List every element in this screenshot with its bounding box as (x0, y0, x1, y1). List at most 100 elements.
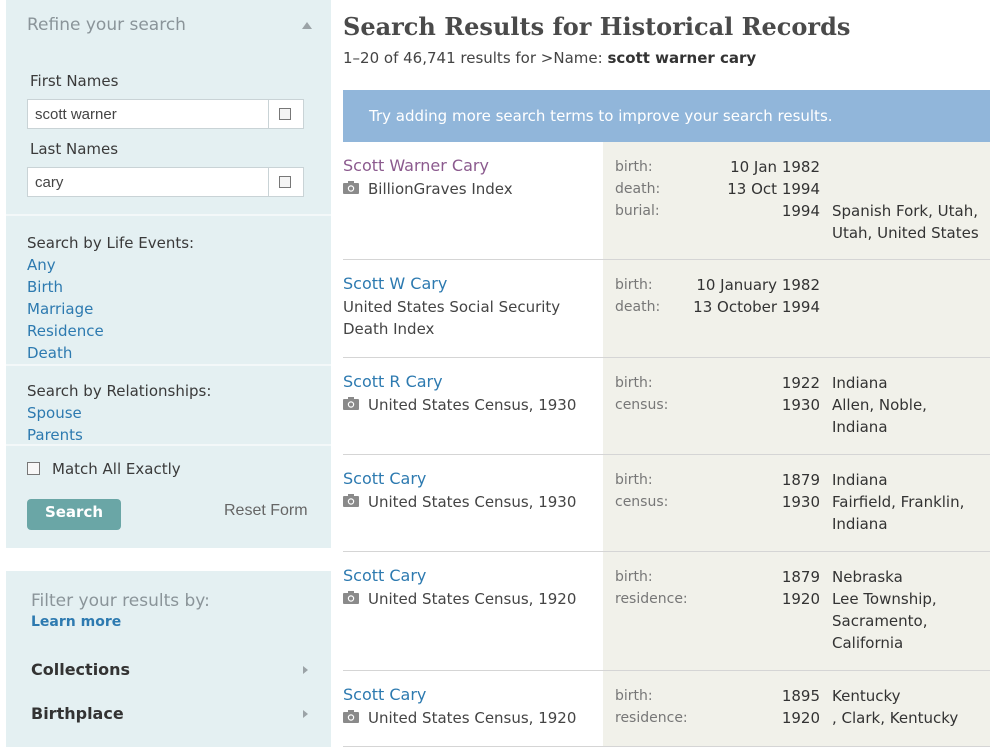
result-name-link[interactable]: Scott Cary (343, 469, 426, 488)
event-place: Indiana (832, 471, 888, 489)
search-button[interactable]: Search (27, 499, 121, 530)
result-row: Scott R Cary United States Census, 1930 bi… (343, 358, 990, 455)
event-date: 1994 (781, 202, 820, 220)
event-label: birth: (615, 688, 653, 704)
event-label: census: (615, 494, 669, 510)
event-date: 1930 (781, 493, 820, 511)
result-event: birth: 10 Jan 1982 (615, 156, 990, 178)
event-place: Spanish Fork, Utah, Utah, United States (832, 202, 979, 242)
last-names-input[interactable] (28, 168, 269, 196)
results-summary-query: scott warner cary (607, 49, 757, 67)
result-event: residence: 1920 Lee Township, Sacramento, … (615, 588, 990, 652)
life-event-birth-link[interactable]: Birth (27, 278, 63, 296)
life-event-marriage-link[interactable]: Marriage (27, 300, 93, 318)
sidebar: Refine your search First Names Last Name… (6, 0, 331, 747)
event-label: census: (615, 397, 669, 413)
result-event: census: 1930 Allen, Noble, Indiana (615, 394, 990, 436)
result-collection: United States Census, 1920 (368, 590, 577, 608)
event-place: Indiana (832, 374, 888, 392)
divider (6, 214, 331, 216)
result-event: birth: 1879 Nebraska (615, 566, 990, 588)
match-all-exactly-checkbox[interactable] (27, 462, 40, 475)
event-place: , Clark, Kentucky (832, 709, 959, 727)
result-summary: Scott Warner Cary BillionGraves Index (343, 142, 603, 259)
result-name-link[interactable]: Scott Cary (343, 685, 426, 704)
results-summary: 1–20 of 46,741 results for >Name: scott … (343, 49, 756, 67)
life-events-label: Search by Life Events: (27, 234, 195, 252)
result-event: death: 13 October 1994 (615, 296, 990, 318)
result-events: birth: 1879 Indiana census: 1930 Fairfield, F… (603, 455, 990, 551)
refine-panel: Refine your search First Names Last Name… (6, 0, 331, 548)
event-label: death: (615, 299, 661, 315)
life-event-residence-link[interactable]: Residence (27, 322, 104, 340)
result-collection: United States Social Security Death Inde… (343, 298, 561, 338)
chevron-right-icon[interactable] (303, 710, 308, 718)
result-name-link[interactable]: Scott W Cary (343, 274, 447, 293)
result-collection: BillionGraves Index (368, 180, 513, 198)
result-events: birth: 1895 Kentucky residence: 1920 , Clark,… (603, 671, 990, 746)
result-name-link[interactable]: Scott Warner Cary (343, 156, 489, 175)
event-label: birth: (615, 472, 653, 488)
last-names-exact-cell (268, 168, 303, 196)
result-summary: Scott Cary United States Census, 1930 (343, 455, 603, 551)
event-date: 10 Jan 1982 (730, 158, 820, 176)
match-all-exactly-label[interactable]: Match All Exactly (52, 460, 181, 478)
result-name-link[interactable]: Scott R Cary (343, 372, 443, 391)
refine-header[interactable]: Refine your search (6, 0, 331, 52)
event-place: Nebraska (832, 568, 903, 586)
reset-form-link[interactable]: Reset Form (224, 502, 308, 520)
tip-text: Try adding more search terms to improve … (369, 107, 833, 125)
relationship-spouse-link[interactable]: Spouse (27, 404, 82, 422)
result-row: Scott W Cary United States Social Securit… (343, 260, 990, 358)
filter-title: Filter your results by: (31, 591, 210, 611)
event-date: 13 Oct 1994 (727, 180, 820, 198)
camera-icon (343, 589, 359, 604)
event-date: 1895 (781, 687, 820, 705)
result-event: birth: 1879 Indiana (615, 469, 990, 491)
relationship-parents-link[interactable]: Parents (27, 426, 83, 444)
result-events: birth: 1922 Indiana census: 1930 Allen, Noble… (603, 358, 990, 454)
first-names-field (27, 99, 304, 129)
first-names-input[interactable] (28, 100, 269, 128)
result-event: birth: 1922 Indiana (615, 372, 990, 394)
result-summary: Scott W Cary United States Social Securit… (343, 260, 603, 357)
filter-collections[interactable]: Collections (31, 660, 130, 679)
event-label: birth: (615, 569, 653, 585)
divider (6, 444, 331, 446)
first-names-exact-checkbox[interactable] (279, 108, 291, 120)
collapse-up-icon[interactable] (302, 22, 312, 29)
event-place: Kentucky (832, 687, 901, 705)
first-names-exact-cell (268, 100, 303, 128)
filter-panel: Filter your results by: Learn more Colle… (6, 571, 331, 747)
last-names-label: Last Names (30, 140, 119, 158)
filter-birthplace[interactable]: Birthplace (31, 704, 124, 723)
result-events: birth: 1879 Nebraska residence: 1920 Lee Town… (603, 552, 990, 670)
event-place: Fairfield, Franklin, Indiana (832, 493, 965, 533)
result-events: birth: 10 Jan 1982 death: 13 Oct 1994 burial… (603, 142, 990, 259)
result-collection: United States Census, 1920 (368, 709, 577, 727)
result-event: burial: 1994 Spanish Fork, Utah, Utah, Uni… (615, 200, 990, 242)
event-label: burial: (615, 203, 660, 219)
result-row: Scott Cary United States Census, 1920 birt… (343, 671, 990, 747)
life-event-death-link[interactable]: Death (27, 344, 72, 362)
result-row: Scott Cary United States Census, 1930 birt… (343, 455, 990, 552)
event-date: 13 October 1994 (693, 298, 820, 316)
event-date: 1920 (781, 709, 820, 727)
event-place: Lee Township, Sacramento, California (832, 590, 937, 652)
event-date: 1930 (781, 396, 820, 414)
event-date: 1879 (781, 471, 820, 489)
life-event-any-link[interactable]: Any (27, 256, 56, 274)
event-date: 1879 (781, 568, 820, 586)
camera-icon (343, 395, 359, 410)
event-label: birth: (615, 277, 653, 293)
result-event: birth: 10 January 1982 (615, 274, 990, 296)
learn-more-link[interactable]: Learn more (31, 614, 121, 630)
chevron-right-icon[interactable] (303, 666, 308, 674)
camera-icon (343, 492, 359, 507)
event-label: death: (615, 181, 661, 197)
camera-icon (343, 179, 359, 194)
result-name-link[interactable]: Scott Cary (343, 566, 426, 585)
last-names-exact-checkbox[interactable] (279, 176, 291, 188)
relationships-label: Search by Relationships: (27, 382, 212, 400)
refine-title: Refine your search (27, 15, 186, 35)
